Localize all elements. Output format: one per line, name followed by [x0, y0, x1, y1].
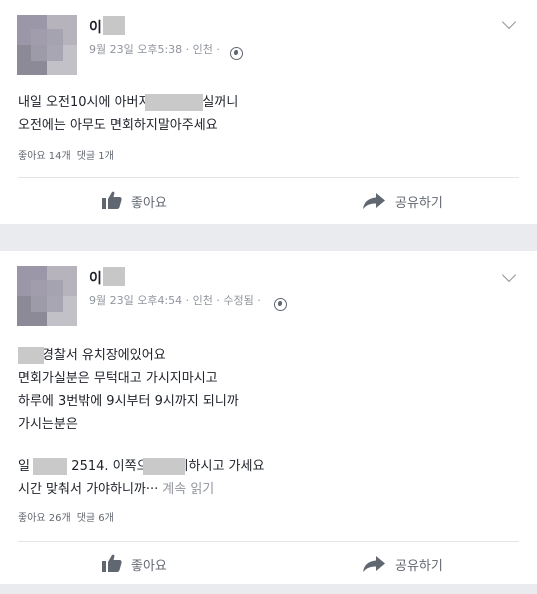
avatar[interactable] [17, 266, 77, 326]
post-meta[interactable]: 9월 23일 오후4:54 · 인천 · 수정됨 · [89, 292, 261, 308]
see-more-link[interactable]: 계속 읽기 [162, 482, 214, 497]
like-button[interactable]: 좋아요 [131, 555, 167, 574]
likes-count[interactable]: 좋아요 26개 [18, 513, 71, 524]
post-text-line: 내일 오전10시에 아버지가 면회가실꺼니 [18, 95, 239, 110]
post-text-line: 시간 맞춰서 가야하니까··· 계속 읽기 [18, 478, 214, 501]
like-button[interactable]: 좋아요 [131, 192, 167, 211]
post-text-line: 하루에 3번밖에 9시부터 9시까지 되니까 [18, 394, 239, 409]
redaction-blur [143, 458, 185, 475]
post-text-line: 면회가실분은 무턱대고 가시지마시고 [18, 371, 218, 386]
share-button[interactable]: 공유하기 [395, 555, 443, 574]
post-text-last-line: 시간 맞춰서 가야하니까··· [18, 482, 159, 497]
chevron-down-icon[interactable] [501, 14, 517, 30]
thumbs-up-icon[interactable] [102, 554, 122, 572]
share-arrow-icon[interactable] [363, 193, 385, 209]
post-card: 이 9월 23일 오후4:54 · 인천 · 수정됨 · 삼산경찰서 유치장에있… [0, 251, 537, 584]
comments-count[interactable]: 댓글 1개 [77, 151, 114, 162]
reaction-counts: 좋아요 26개 댓글 6개 [18, 509, 114, 524]
divider [18, 177, 519, 178]
chevron-down-icon[interactable] [501, 267, 517, 283]
share-arrow-icon[interactable] [363, 556, 385, 572]
globe-icon [274, 298, 287, 311]
likes-count[interactable]: 좋아요 14개 [18, 151, 71, 162]
reaction-counts: 좋아요 14개 댓글 1개 [18, 147, 114, 162]
post-card: 이 9월 23일 오후5:38 · 인천 · 내일 오전10시에 아버지가 면회… [0, 0, 537, 224]
author-name[interactable]: 이 [89, 268, 102, 288]
post-meta[interactable]: 9월 23일 오후5:38 · 인천 · [89, 41, 220, 57]
author-name[interactable]: 이 [89, 17, 102, 37]
globe-icon [230, 47, 243, 60]
post-text-line: 가시는분은 [18, 417, 78, 432]
post-text-line: 오전에는 아무도 면회하지말아주세요 [18, 118, 218, 133]
redaction-blur [18, 347, 44, 364]
redaction-blur [145, 94, 203, 111]
comments-count[interactable]: 댓글 6개 [77, 513, 114, 524]
redaction-blur [103, 267, 125, 286]
redaction-blur [33, 458, 67, 475]
share-button[interactable]: 공유하기 [395, 192, 443, 211]
page-background-strip [0, 584, 537, 594]
divider [18, 541, 519, 542]
redaction-blur [103, 16, 125, 35]
thumbs-up-icon[interactable] [102, 191, 122, 209]
avatar[interactable] [17, 15, 77, 75]
